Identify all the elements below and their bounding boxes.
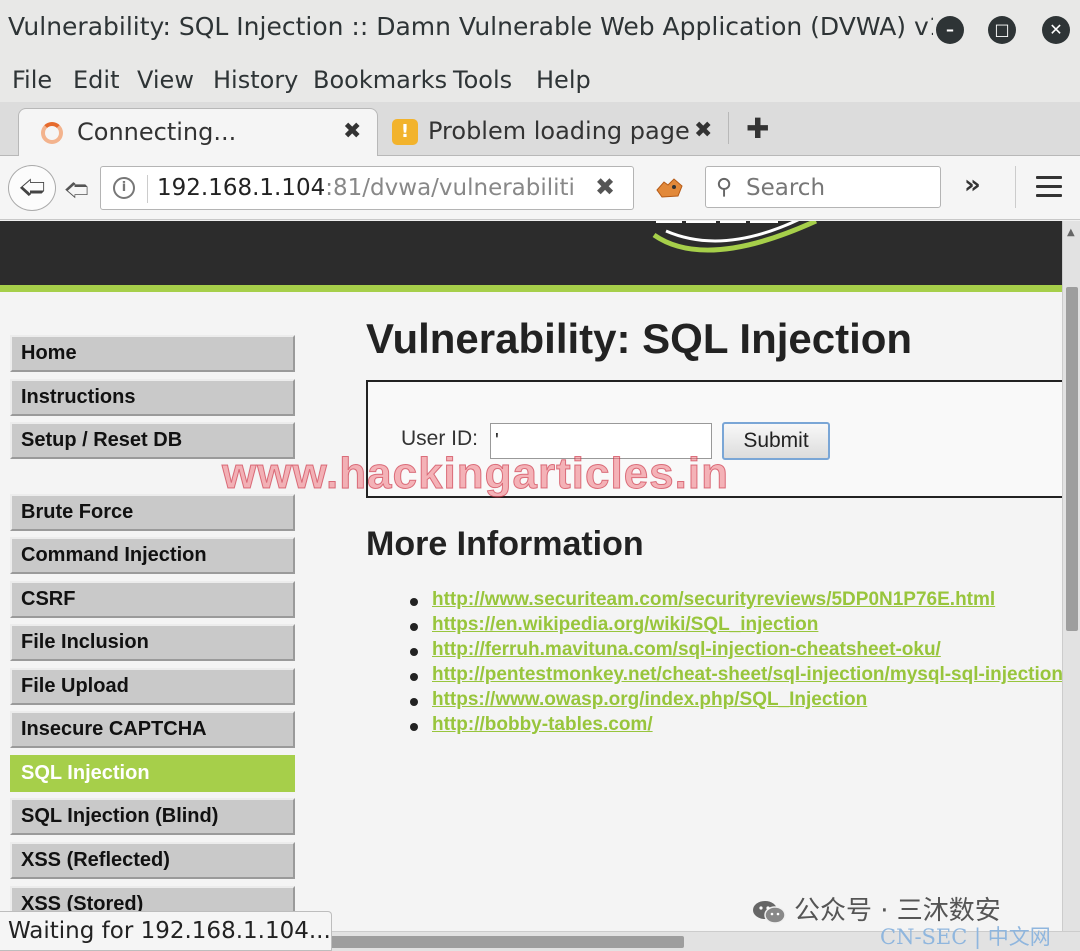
reference-link[interactable]: http://www.securiteam.com/securityreview… — [432, 589, 995, 611]
url-host: 192.168.1.104 — [157, 175, 326, 201]
tab-label: Problem loading page — [428, 117, 690, 145]
menu-bookmarks[interactable]: Bookmarks — [313, 66, 447, 94]
list-item: http://www.securiteam.com/securityreview… — [410, 589, 1062, 614]
warning-icon: ! — [392, 119, 418, 145]
sidebar-item-sql-injection-blind[interactable]: SQL Injection (Blind) — [10, 798, 295, 835]
maximize-icon[interactable]: □ — [988, 16, 1016, 44]
hamburger-menu-icon[interactable] — [1036, 176, 1062, 198]
dvwa-header — [0, 221, 1062, 285]
tab-close-icon[interactable]: ✖ — [694, 118, 712, 143]
menu-help[interactable]: Help — [536, 66, 591, 94]
navigation-bar: 🢠 🢢 i 192.168.1.104:81/dvwa/vulnerabilit… — [0, 156, 1080, 220]
loading-spinner-icon — [41, 122, 63, 144]
tab-connecting[interactable]: Connecting... ✖ — [18, 108, 378, 158]
page-viewport: Home Instructions Setup / Reset DB Brute… — [0, 221, 1062, 931]
forward-arrow-icon[interactable]: 🢢 — [64, 173, 89, 214]
bullet-icon — [410, 623, 418, 631]
page-title: Vulnerability: SQL Injection — [366, 315, 913, 362]
menu-file[interactable]: File — [12, 66, 52, 94]
search-icon: ⚲ — [716, 175, 733, 200]
tab-divider — [728, 112, 729, 144]
bullet-icon — [410, 723, 418, 731]
sidebar-item-csrf[interactable]: CSRF — [10, 581, 295, 618]
list-item: http://bobby-tables.com/ — [410, 714, 1062, 739]
header-accent-bar — [0, 285, 1062, 292]
menu-bar: File Edit View History Bookmarks Tools H… — [0, 60, 1080, 102]
cn-sec-watermark: CN-SEC | 中文网 — [880, 925, 1051, 949]
menu-tools[interactable]: Tools — [453, 66, 512, 94]
reference-link[interactable]: http://ferruh.mavituna.com/sql-injection… — [432, 639, 941, 661]
overflow-chevron-icon[interactable]: » — [964, 170, 981, 200]
vertical-scrollbar[interactable]: ▲ — [1062, 221, 1080, 931]
sidebar-item-insecure-captcha[interactable]: Insecure CAPTCHA — [10, 711, 295, 748]
minimize-icon[interactable]: – — [936, 16, 964, 44]
bullet-icon — [410, 598, 418, 606]
menu-view[interactable]: View — [137, 66, 194, 94]
url-path: :81/dvwa/vulnerabiliti — [325, 175, 575, 201]
reference-links-list: http://www.securiteam.com/securityreview… — [410, 589, 1062, 739]
close-icon[interactable]: ✕ — [1042, 16, 1070, 44]
sidebar-item-file-upload[interactable]: File Upload — [10, 668, 295, 705]
sidebar-item-sql-injection[interactable]: SQL Injection — [10, 755, 295, 792]
list-item: http://ferruh.mavituna.com/sql-injection… — [410, 639, 1062, 664]
window-title: Vulnerability: SQL Injection :: Damn Vul… — [8, 12, 933, 41]
horizontal-scroll-thumb[interactable] — [330, 936, 684, 948]
extension-icon[interactable] — [654, 176, 684, 200]
sidebar-item-file-inclusion[interactable]: File Inclusion — [10, 624, 295, 661]
list-item: http://pentestmonkey.net/cheat-sheet/sql… — [410, 664, 1062, 689]
tab-label: Connecting... — [77, 118, 237, 146]
search-bar[interactable]: ⚲ Search — [705, 166, 941, 208]
reference-link[interactable]: https://en.wikipedia.org/wiki/SQL_inject… — [432, 614, 818, 636]
browser-window: Vulnerability: SQL Injection :: Damn Vul… — [0, 0, 1080, 951]
back-arrow-icon[interactable]: 🢠 — [8, 165, 56, 211]
scroll-up-arrow-icon[interactable]: ▲ — [1067, 227, 1075, 238]
sidebar-item-instructions[interactable]: Instructions — [10, 379, 295, 416]
new-tab-icon[interactable]: ✚ — [746, 112, 769, 145]
stop-loading-icon[interactable]: ✖ — [595, 173, 615, 201]
more-information-heading: More Information — [366, 525, 644, 563]
url-divider — [147, 175, 148, 203]
sidebar-item-command-injection[interactable]: Command Injection — [10, 537, 295, 574]
wechat-icon — [753, 900, 786, 924]
tab-problem-loading[interactable]: ! Problem loading page ✖ — [380, 108, 725, 158]
list-item: https://www.owasp.org/index.php/SQL_Inje… — [410, 689, 1062, 714]
list-item: https://en.wikipedia.org/wiki/SQL_inject… — [410, 614, 1062, 639]
url-text[interactable]: 192.168.1.104:81/dvwa/vulnerabiliti — [157, 175, 577, 201]
search-placeholder: Search — [746, 175, 826, 201]
tab-bar: Connecting... ✖ ! Problem loading page ✖ — [0, 102, 1080, 158]
vertical-scroll-thumb[interactable] — [1066, 287, 1078, 631]
bullet-icon — [410, 648, 418, 656]
sidebar-item-brute-force[interactable]: Brute Force — [10, 494, 295, 531]
title-bar: Vulnerability: SQL Injection :: Damn Vul… — [0, 0, 1080, 60]
watermark-text: www.hackingarticles.in — [222, 449, 729, 499]
tab-close-icon[interactable]: ✖ — [343, 119, 361, 144]
bullet-icon — [410, 698, 418, 706]
menu-history[interactable]: History — [213, 66, 298, 94]
user-id-label: User ID: — [401, 427, 479, 450]
reference-link[interactable]: http://pentestmonkey.net/cheat-sheet/sql… — [432, 664, 1062, 686]
navbar-divider — [1015, 166, 1016, 208]
reference-link[interactable]: https://www.owasp.org/index.php/SQL_Inje… — [432, 689, 867, 711]
sidebar-item-xss-reflected[interactable]: XSS (Reflected) — [10, 842, 295, 879]
reference-link[interactable]: http://bobby-tables.com/ — [432, 714, 653, 736]
info-icon[interactable]: i — [113, 177, 135, 199]
url-bar[interactable]: i 192.168.1.104:81/dvwa/vulnerabiliti ✖ — [100, 166, 634, 210]
submit-button[interactable]: Submit — [722, 422, 830, 460]
dvwa-logo — [652, 221, 818, 253]
status-bar: Waiting for 192.168.1.104... — [0, 911, 332, 951]
sidebar-item-home[interactable]: Home — [10, 335, 295, 372]
bullet-icon — [410, 673, 418, 681]
menu-edit[interactable]: Edit — [73, 66, 119, 94]
